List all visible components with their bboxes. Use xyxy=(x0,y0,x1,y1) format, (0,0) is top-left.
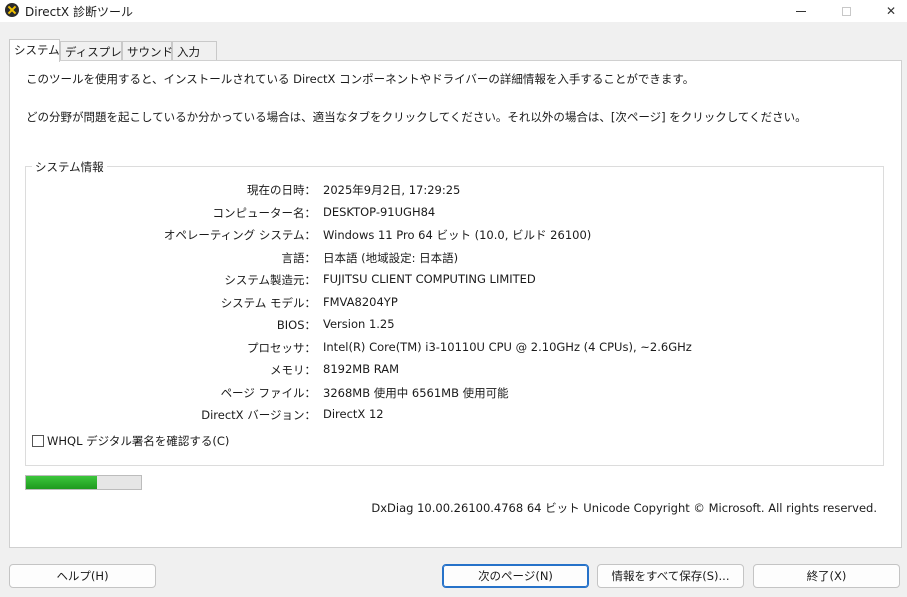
close-icon: ✕ xyxy=(885,4,897,18)
info-value: FMVA8204YP xyxy=(323,294,398,309)
info-value: Version 1.25 xyxy=(323,317,395,331)
whql-checkbox-label: WHQL デジタル署名を確認する(C) xyxy=(47,434,230,448)
info-label: オペレーティング システム： xyxy=(163,228,316,242)
info-label: DirectX バージョン： xyxy=(201,408,316,422)
checkbox-box[interactable] xyxy=(32,435,44,447)
tab-display[interactable]: ディスプレイ xyxy=(60,41,133,61)
exit-button[interactable]: 終了(X) xyxy=(753,564,900,588)
minimize-icon xyxy=(796,10,806,12)
next-page-button[interactable]: 次のページ(N) xyxy=(442,564,589,588)
info-value: 3268MB 使用中 6561MB 使用可能 xyxy=(323,385,509,400)
directx-icon xyxy=(5,3,19,17)
info-value: FUJITSU CLIENT COMPUTING LIMITED xyxy=(323,272,536,286)
tab-system[interactable]: システム xyxy=(9,39,60,62)
info-label: ページ ファイル： xyxy=(220,385,316,400)
info-label: BIOS： xyxy=(276,318,316,332)
system-tab-panel: このツールを使用すると、インストールされている DirectX コンポーネントや… xyxy=(9,60,902,548)
system-info-group: システム情報 現在の日時： 2025年9月2日, 17:29:25 コンピュータ… xyxy=(25,159,884,466)
info-value: 2025年9月2日, 17:29:25 xyxy=(323,183,461,197)
save-all-info-button[interactable]: 情報をすべて保存(S)... xyxy=(597,564,744,588)
info-value: 8192MB RAM xyxy=(323,362,400,376)
info-value: DirectX 12 xyxy=(323,407,384,421)
info-label: システム モデル： xyxy=(220,295,316,310)
info-value: Intel(R) Core(TM) i3-10110U CPU @ 2.10GH… xyxy=(323,339,692,354)
maximize-icon xyxy=(841,6,851,16)
progress-fill xyxy=(26,476,98,489)
maximize-button xyxy=(823,0,869,22)
info-label: プロセッサ： xyxy=(247,340,316,355)
tab-input[interactable]: 入力 xyxy=(172,41,217,61)
progress-bar xyxy=(25,475,142,490)
close-button[interactable]: ✕ xyxy=(868,0,907,22)
help-button[interactable]: ヘルプ(H) xyxy=(9,564,156,588)
info-label: 現在の日時： xyxy=(247,183,316,197)
intro-text-2: どの分野が問題を起こしているか分かっている場合は、適当なタブをクリックしてくださ… xyxy=(26,110,807,124)
window-title: DirectX 診断ツール xyxy=(25,5,133,19)
whql-checkbox[interactable]: WHQL デジタル署名を確認する(C) xyxy=(32,433,229,449)
info-value: Windows 11 Pro 64 ビット (10.0, ビルド 26100) xyxy=(323,228,592,242)
tab-sound[interactable]: サウンド xyxy=(122,41,173,61)
info-value: DESKTOP-91UGH84 xyxy=(323,204,436,219)
info-label: 言語： xyxy=(281,250,317,265)
copyright-text: DxDiag 10.00.26100.4768 64 ビット Unicode C… xyxy=(371,501,877,515)
group-title: システム情報 xyxy=(32,159,107,175)
title-bar: DirectX 診断ツール ✕ xyxy=(0,0,907,22)
intro-text-1: このツールを使用すると、インストールされている DirectX コンポーネントや… xyxy=(26,72,695,86)
info-label: システム製造元： xyxy=(224,273,316,287)
info-label: メモリ： xyxy=(270,363,316,377)
minimize-button[interactable] xyxy=(778,0,824,22)
info-value: 日本語 (地域設定: 日本語) xyxy=(323,250,459,265)
info-label: コンピューター名： xyxy=(212,205,317,220)
